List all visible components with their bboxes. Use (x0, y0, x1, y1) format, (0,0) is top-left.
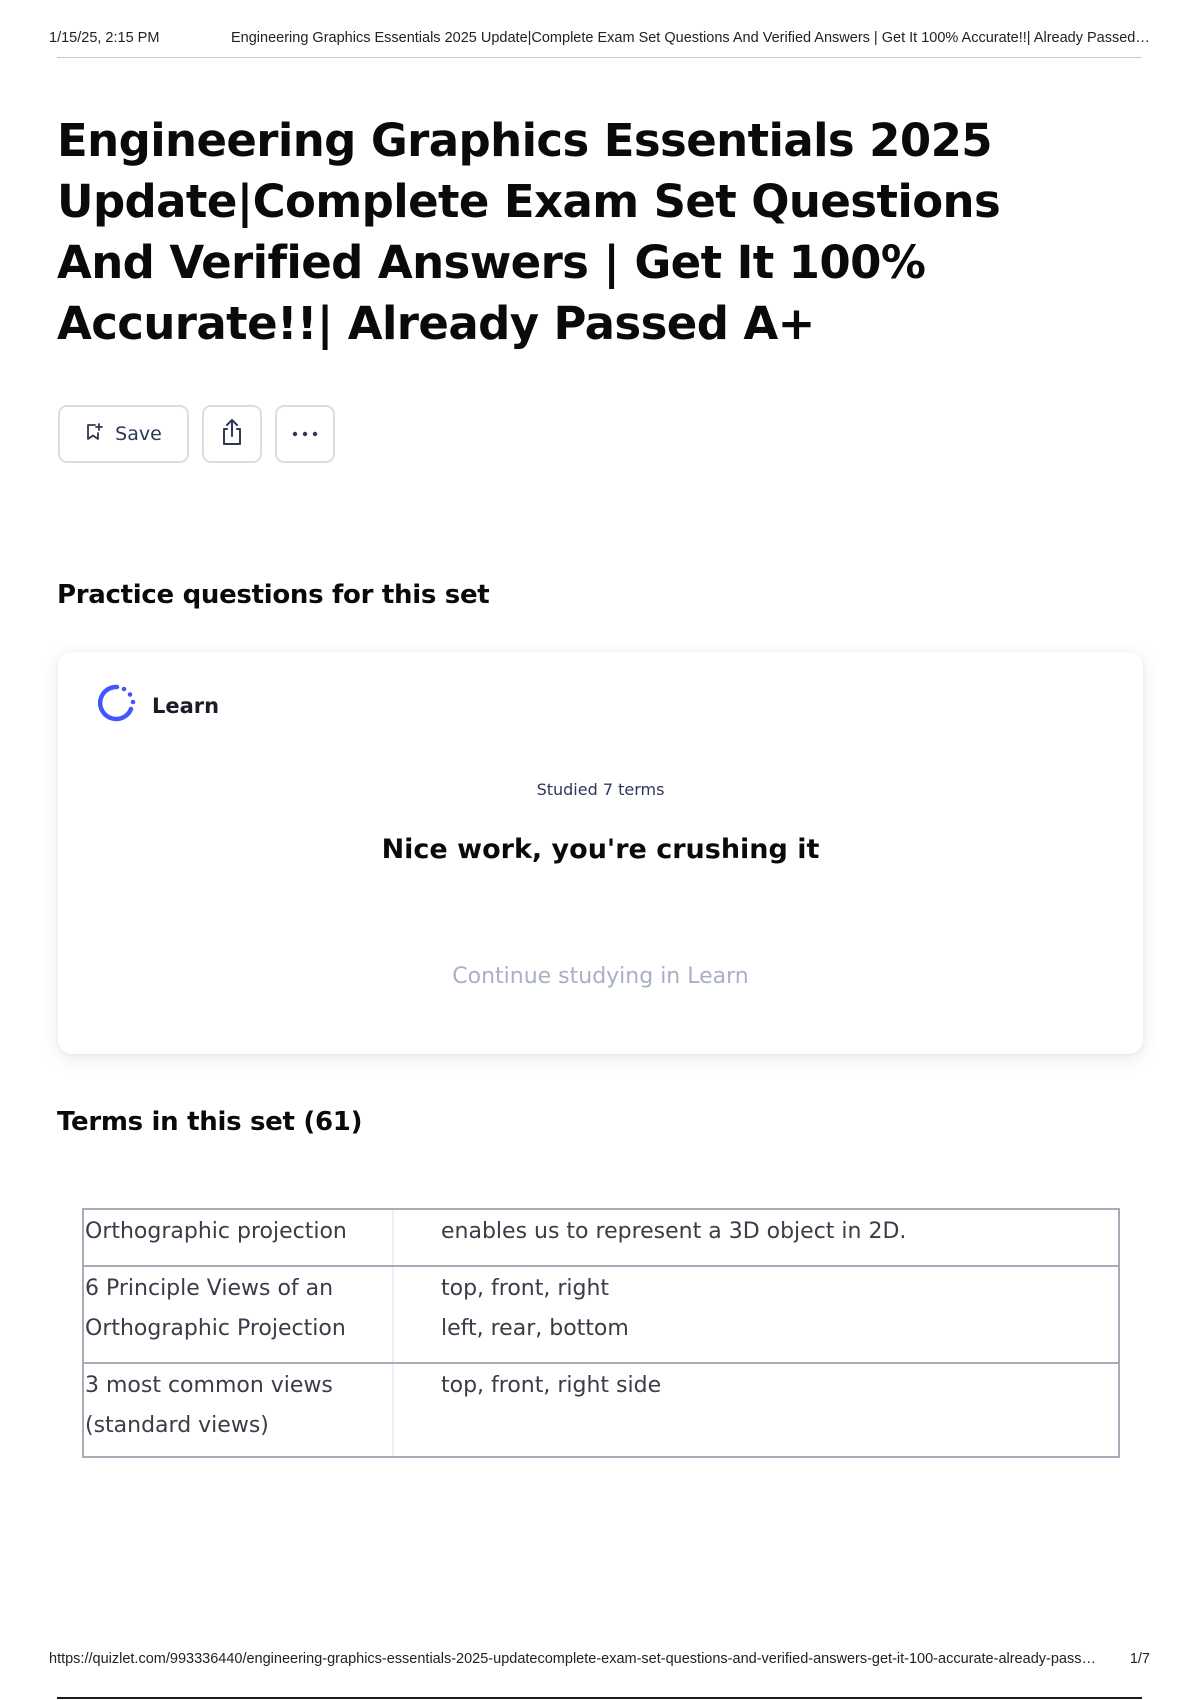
print-datetime: 1/15/25, 2:15 PM (49, 30, 160, 46)
learn-mode-header[interactable]: Learn (96, 682, 219, 729)
definition-line: top, front, right (441, 1276, 610, 1301)
definition-line: left, rear, bottom (441, 1316, 629, 1341)
terms-table: Orthographic projection enables us to re… (82, 1208, 1120, 1458)
page-number: 1/7 (1129, 1651, 1150, 1667)
learn-card: Learn Studied 7 terms Nice work, you're … (58, 652, 1143, 1054)
definition-line: top, front, right side (441, 1373, 662, 1398)
header-divider (57, 57, 1142, 58)
more-options-button[interactable] (275, 405, 335, 463)
share-button[interactable] (202, 405, 262, 463)
progress-message: Nice work, you're crushing it (381, 834, 820, 865)
definition-line: enables us to represent a 3D object in 2… (441, 1219, 907, 1244)
continue-learn-link[interactable]: Continue studying in Learn (58, 964, 1143, 989)
print-footer: https://quizlet.com/993336440/engineerin… (49, 1651, 1150, 1673)
definition-text: top, front, right side (394, 1364, 1118, 1456)
studied-count: Studied 7 terms (536, 780, 665, 799)
term-text: Orthographic projection (84, 1210, 394, 1265)
page-title: Engineering Graphics Essentials 2025 Upd… (57, 114, 1001, 350)
print-url: https://quizlet.com/993336440/engineerin… (49, 1651, 1101, 1667)
share-icon (217, 417, 247, 452)
definition-text: top, front, right left, rear, bottom (394, 1267, 1118, 1362)
table-row: 6 Principle Views of an Orthographic Pro… (82, 1265, 1120, 1362)
table-row: Orthographic projection enables us to re… (82, 1208, 1120, 1265)
learn-mode-label: Learn (152, 693, 220, 718)
save-button-label: Save (115, 423, 162, 445)
practice-heading: Practice questions for this set (57, 580, 490, 610)
terms-heading: Terms in this set (61) (57, 1107, 363, 1137)
term-text: 3 most common views (standard views) (84, 1364, 394, 1456)
footer-divider (57, 1697, 1142, 1699)
bookmark-plus-icon (85, 422, 104, 447)
term-text: 6 Principle Views of an Orthographic Pro… (84, 1267, 394, 1362)
definition-text: enables us to represent a 3D object in 2… (394, 1210, 1118, 1265)
learn-progress-icon (96, 682, 138, 729)
print-document-title: Engineering Graphics Essentials 2025 Upd… (231, 30, 1150, 46)
save-button[interactable]: Save (58, 405, 189, 463)
more-horizontal-icon (291, 425, 319, 443)
table-row: 3 most common views (standard views) top… (82, 1362, 1120, 1458)
print-header: 1/15/25, 2:15 PM Engineering Graphics Es… (49, 30, 1150, 58)
